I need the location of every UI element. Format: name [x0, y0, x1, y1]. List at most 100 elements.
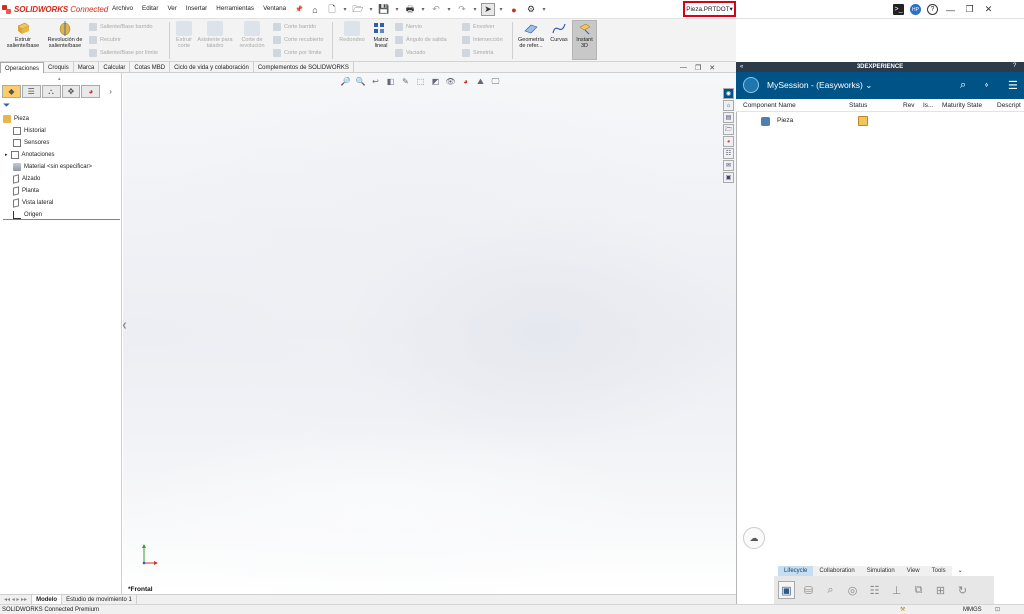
search-in-db-icon[interactable]: ⌕	[822, 581, 839, 599]
help-icon[interactable]: ?	[927, 4, 938, 15]
revision-icon[interactable]: ◎	[844, 581, 861, 599]
reference-geometry-button[interactable]: Geometría de refer...	[515, 21, 547, 49]
tab-estudio-movimiento[interactable]: Estudio de movimiento 1	[62, 595, 137, 604]
col-rev[interactable]: Rev	[903, 102, 915, 109]
mirror-button[interactable]: Simetría	[462, 49, 493, 57]
lofted-cut-button[interactable]: Corte recubierto	[273, 36, 323, 44]
database-icon[interactable]: ⛁	[800, 581, 817, 599]
terminal-icon[interactable]: >_	[893, 4, 904, 15]
open-icon[interactable]: 🗁	[351, 3, 365, 16]
shell-button[interactable]: Vaciado	[395, 49, 425, 57]
tab-ciclo-de-vida[interactable]: Ciclo de vida y colaboración	[170, 62, 254, 73]
display-manager-tab-icon[interactable]: ◕	[81, 85, 101, 98]
extrude-cut-button[interactable]: Extruir corte	[173, 21, 195, 49]
rib-button[interactable]: Nervio	[395, 23, 422, 31]
hamburger-menu-icon[interactable]: ☰	[1008, 79, 1018, 92]
revolve-cut-button[interactable]: Corte de revolución	[235, 21, 269, 49]
menu-editar[interactable]: Editar	[142, 5, 158, 13]
bom-icon[interactable]: ☷	[866, 581, 883, 599]
wrap-button[interactable]: Envolver	[462, 23, 494, 31]
select-pointer-icon[interactable]: ➤	[481, 3, 495, 16]
tree-item-origen[interactable]: Origen	[13, 211, 42, 219]
display-style-icon[interactable]: ◩	[430, 76, 441, 87]
undo-icon[interactable]: ↶	[429, 3, 443, 16]
resources-tab-icon[interactable]: ⌂	[723, 100, 734, 111]
linear-pattern-button[interactable]: Matriz lineal	[369, 21, 393, 49]
draft-button[interactable]: Ángulo de salida	[395, 36, 447, 44]
document-name[interactable]: Pieza.PRTDOT ▾	[683, 1, 736, 17]
save-icon[interactable]: 💾	[377, 3, 391, 16]
cloud-sync-icon[interactable]: ☁	[743, 527, 765, 549]
tree-item-vista-lateral[interactable]: Vista lateral	[13, 198, 53, 208]
redo-icon[interactable]: ↷	[455, 3, 469, 16]
zoom-to-area-icon[interactable]: 🔍	[355, 76, 366, 87]
print-dropdown-icon[interactable]: ▾	[420, 3, 426, 16]
hole-wizard-button[interactable]: Asistente para taladro	[197, 21, 233, 49]
col-maturity-state[interactable]: Maturity State	[942, 102, 982, 109]
tree-item-alzado[interactable]: Alzado	[13, 174, 40, 184]
tab-view[interactable]: View	[900, 565, 926, 576]
col-is[interactable]: Is...	[923, 102, 933, 109]
doc-close-icon[interactable]: ✕	[709, 64, 715, 72]
custom-properties-tab-icon[interactable]: ☷	[723, 148, 734, 159]
pin-icon[interactable]: 📌	[295, 5, 303, 13]
revolve-boss-button[interactable]: Revolución de saliente/base	[44, 21, 86, 49]
tab-calcular[interactable]: Calcular	[99, 62, 131, 73]
options-dropdown-icon[interactable]: ▾	[541, 3, 547, 16]
open-dropdown-icon[interactable]: ▾	[368, 3, 374, 16]
undo-dropdown-icon[interactable]: ▾	[446, 3, 452, 16]
apply-scene-icon[interactable]: ⛰	[475, 76, 486, 87]
unit-system[interactable]: MMGS	[963, 607, 982, 613]
swept-boss-button[interactable]: Saliente/Base barrido	[89, 23, 153, 31]
file-explorer-tab-icon[interactable]: 🗁	[723, 124, 734, 135]
boundary-boss-button[interactable]: Saliente/Base por límite	[89, 49, 158, 57]
select-dropdown-icon[interactable]: ▾	[498, 3, 504, 16]
menu-insertar[interactable]: Insertar	[186, 5, 207, 13]
loft-boss-button[interactable]: Recubrir	[89, 36, 121, 44]
menu-herramientas[interactable]: Herramientas	[216, 5, 254, 13]
tab-simulation[interactable]: Simulation	[860, 565, 901, 576]
structure-add-icon[interactable]: ⧉	[910, 581, 927, 599]
customize-status-icon[interactable]: ⊡	[995, 606, 1000, 613]
tab-nav-arrows[interactable]: ◂◂ ◂ ▸ ▸▸	[0, 595, 33, 604]
new-document-icon[interactable]: 🗋	[325, 3, 339, 16]
tab-lifecycle[interactable]: Lifecycle	[778, 565, 814, 576]
dx-help-icon[interactable]: ?	[1013, 63, 1016, 69]
print-icon[interactable]: 🖶	[403, 3, 417, 16]
tree-item-anotaciones[interactable]: ▸ Anotaciones	[5, 151, 55, 159]
rollback-bar[interactable]	[3, 219, 120, 220]
structure-edit-icon[interactable]: ⊞	[932, 581, 949, 599]
options-gear-icon[interactable]: ⚙	[524, 3, 538, 16]
recent-files-tab-icon[interactable]: ▣	[723, 172, 734, 183]
redo-dropdown-icon[interactable]: ▾	[472, 3, 478, 16]
panel-collapse-handle[interactable]: ▴	[58, 76, 61, 82]
tab-modelo[interactable]: Modelo	[32, 595, 63, 604]
curves-button[interactable]: Curvas	[549, 21, 569, 43]
home-icon[interactable]: ⌂	[308, 3, 322, 16]
doc-minimize-icon[interactable]: —	[680, 64, 687, 72]
doc-restore-icon[interactable]: ❐	[695, 64, 701, 72]
view-settings-icon[interactable]: 🖵	[490, 76, 501, 87]
minimize-icon[interactable]: —	[944, 3, 957, 16]
save-to-3dexperience-icon[interactable]: ▣	[778, 581, 795, 599]
appearances-tab-icon[interactable]: ◕	[723, 136, 734, 147]
close-icon[interactable]: ✕	[982, 3, 995, 16]
configuration-manager-tab-icon[interactable]: ⛬	[41, 85, 61, 98]
tree-item-historial[interactable]: Historial	[13, 127, 46, 135]
save-dropdown-icon[interactable]: ▾	[394, 3, 400, 16]
user-avatar[interactable]: HP	[910, 4, 921, 15]
3dexperience-tab-icon[interactable]: ◉	[723, 88, 734, 99]
search-icon[interactable]: ⌕	[960, 79, 966, 92]
swept-cut-button[interactable]: Corte barrido	[273, 23, 316, 31]
tab-complementos[interactable]: Complementos de SOLIDWORKS	[254, 62, 354, 73]
view-orientation-icon[interactable]: ⬚	[415, 76, 426, 87]
collapse-panel-icon[interactable]: «	[740, 62, 743, 72]
menu-archivo[interactable]: Archivo	[112, 5, 133, 13]
table-row[interactable]: Pieza	[736, 115, 1024, 128]
new-dropdown-icon[interactable]: ▾	[342, 3, 348, 16]
tabs-dropdown-icon[interactable]: ⌄	[952, 565, 969, 576]
previous-view-icon[interactable]: ↩	[370, 76, 381, 87]
tab-croquis[interactable]: Croquis	[44, 62, 74, 73]
more-tabs-icon[interactable]: ›	[101, 85, 121, 98]
feature-tree-tab-icon[interactable]: ◆	[2, 85, 21, 98]
